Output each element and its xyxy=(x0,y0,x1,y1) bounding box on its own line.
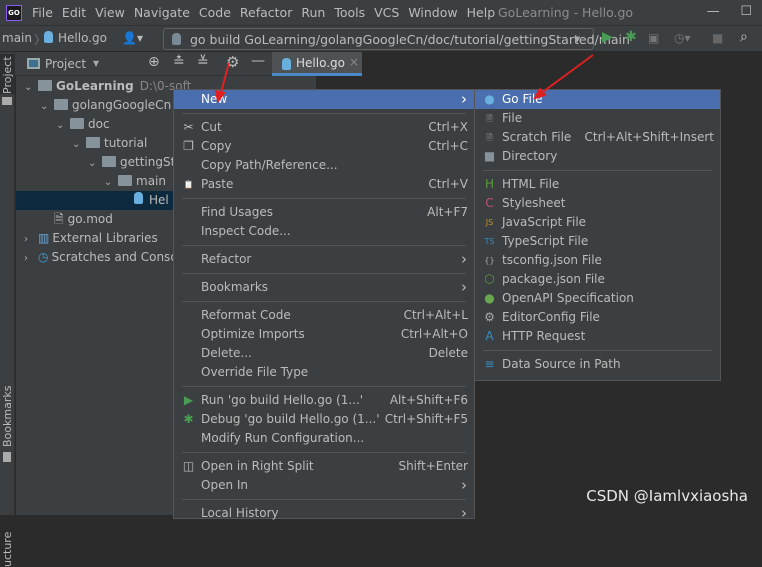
annotation-arrows xyxy=(214,54,594,104)
arrow-to-go-file xyxy=(539,54,594,95)
structure-tool-button[interactable]: ucture xyxy=(1,532,14,567)
arrow-to-new xyxy=(219,62,230,97)
watermark: CSDN @Iamlvxiaosha xyxy=(586,487,748,505)
